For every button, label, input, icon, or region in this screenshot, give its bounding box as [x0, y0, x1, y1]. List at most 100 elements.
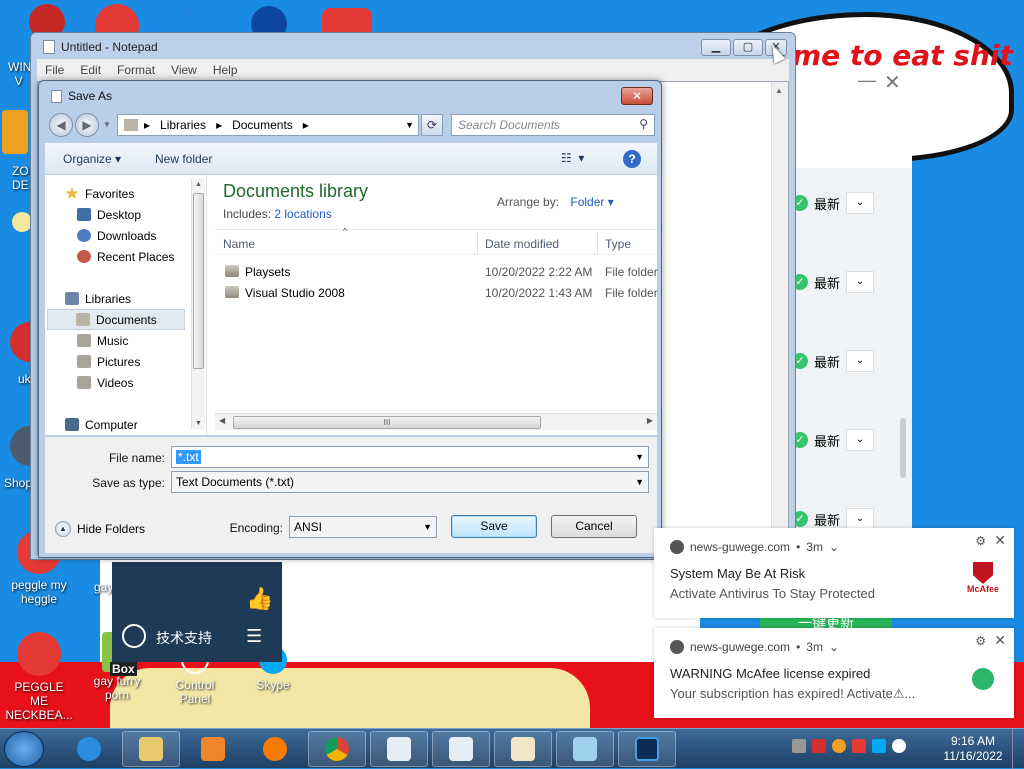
- support-widget[interactable]: 👍 技术支持 ☰: [112, 562, 282, 662]
- scroll-up-icon[interactable]: ▲: [195, 181, 202, 188]
- menu-format[interactable]: Format: [109, 63, 163, 77]
- save-button[interactable]: Save: [451, 515, 537, 538]
- scrollbar-thumb[interactable]: [193, 193, 204, 369]
- chevron-down-icon[interactable]: ▼: [423, 522, 432, 532]
- save-as-titlebar[interactable]: Save As: [51, 89, 112, 103]
- column-divider[interactable]: [597, 232, 598, 254]
- taskbar-window-3[interactable]: [494, 731, 552, 767]
- taskbar-chrome[interactable]: [308, 731, 366, 767]
- column-type[interactable]: Type: [605, 237, 631, 251]
- address-chevron-icon[interactable]: ▸: [303, 118, 309, 132]
- nav-pictures[interactable]: Pictures: [77, 351, 140, 372]
- menu-icon[interactable]: ☰: [246, 626, 262, 647]
- taskbar-notepad[interactable]: [556, 731, 614, 767]
- nav-downloads[interactable]: Downloads: [77, 225, 156, 246]
- desktop-icon-peggle-me-neckbea[interactable]: PEGGLE ME NECKBEA...: [4, 632, 74, 722]
- tray-icon[interactable]: [832, 739, 846, 753]
- views-icon[interactable]: ☷ ▾: [561, 151, 584, 165]
- chevron-down-icon[interactable]: ⌄: [846, 192, 875, 214]
- scroll-up-icon[interactable]: ▲: [775, 86, 783, 95]
- encoding-select[interactable]: ANSI ▼: [289, 516, 437, 538]
- column-date-modified[interactable]: Date modified: [485, 237, 559, 251]
- breadcrumb-libraries[interactable]: Libraries: [160, 118, 206, 132]
- scroll-right-icon[interactable]: ▶: [647, 416, 653, 425]
- background-app-scrollbar[interactable]: [900, 418, 906, 478]
- monitor-icon[interactable]: [872, 739, 886, 753]
- hide-folders-button[interactable]: ▲ Hide Folders: [55, 521, 145, 537]
- chevron-down-icon[interactable]: ⌄: [846, 508, 875, 530]
- scroll-left-icon[interactable]: ◀: [219, 416, 225, 425]
- nav-libraries[interactable]: Libraries: [65, 288, 131, 309]
- chevron-down-icon[interactable]: ⌄: [846, 350, 875, 372]
- nav-desktop[interactable]: Desktop: [77, 204, 141, 225]
- volume-icon[interactable]: [892, 739, 906, 753]
- file-list-horizontal-scrollbar[interactable]: ◀ III ▶: [215, 413, 657, 430]
- tray-icon[interactable]: [792, 739, 806, 753]
- navigation-scrollbar[interactable]: ▲ ▼: [191, 179, 205, 429]
- taskbar-uc-browser[interactable]: [246, 731, 304, 767]
- address-chevron-icon[interactable]: ▸: [216, 118, 222, 132]
- refresh-icon[interactable]: ⟳: [421, 114, 443, 136]
- new-folder-button[interactable]: New folder: [155, 152, 212, 166]
- chevron-down-icon[interactable]: ▼: [635, 477, 644, 487]
- taskbar-window-1[interactable]: [370, 731, 428, 767]
- close-button[interactable]: ✕: [621, 87, 653, 105]
- chevron-down-icon[interactable]: ⌄: [846, 429, 875, 451]
- address-dropdown-icon[interactable]: ▼: [405, 120, 414, 130]
- back-icon[interactable]: ◀: [49, 113, 73, 137]
- file-row[interactable]: Visual Studio 2008 10/20/2022 1:43 AM Fi…: [215, 282, 658, 303]
- organize-button[interactable]: Organize ▾: [63, 152, 121, 166]
- minimize-icon[interactable]: —: [858, 70, 876, 91]
- gear-icon[interactable]: ⚙: [975, 634, 986, 648]
- address-chevron-icon[interactable]: ▸: [144, 118, 150, 132]
- search-input[interactable]: Search Documents ⚲: [451, 114, 655, 136]
- menu-edit[interactable]: Edit: [72, 63, 109, 77]
- close-icon[interactable]: ✕: [884, 70, 901, 95]
- nav-videos[interactable]: Videos: [77, 372, 133, 393]
- notification-toast[interactable]: news-guwege.com • 3m ⌄ ⚙ ✕ System May Be…: [654, 528, 1014, 618]
- clock[interactable]: 9:16 AM 11/16/2022: [936, 734, 1010, 764]
- taskbar-explorer[interactable]: [122, 731, 180, 767]
- show-desktop-button[interactable]: [1012, 729, 1024, 769]
- flag-icon[interactable]: [852, 739, 866, 753]
- save-type-select[interactable]: Text Documents (*.txt) ▼: [171, 471, 649, 493]
- breadcrumb-documents[interactable]: Documents: [232, 118, 293, 132]
- chevron-down-icon[interactable]: ⌄: [829, 540, 839, 554]
- search-icon[interactable]: ⚲: [639, 117, 648, 131]
- gear-icon[interactable]: ⚙: [975, 534, 986, 548]
- column-name[interactable]: Name: [223, 237, 255, 251]
- taskbar-media-player[interactable]: [184, 731, 242, 767]
- address-bar[interactable]: ▸ Libraries ▸ Documents ▸ ▼: [117, 114, 419, 136]
- menu-help[interactable]: Help: [205, 63, 246, 77]
- cancel-button[interactable]: Cancel: [551, 515, 637, 538]
- chevron-down-icon[interactable]: ⌄: [829, 640, 839, 654]
- start-button[interactable]: [4, 731, 44, 767]
- taskbar-app[interactable]: [618, 731, 676, 767]
- nav-recent-places[interactable]: Recent Places: [77, 246, 174, 267]
- nav-music[interactable]: Music: [77, 330, 128, 351]
- arrange-by-dropdown[interactable]: Folder ▾: [570, 195, 613, 209]
- help-icon[interactable]: ?: [623, 150, 641, 168]
- file-row[interactable]: Playsets 10/20/2022 2:22 AM File folder: [215, 261, 658, 282]
- locations-link[interactable]: 2 locations: [274, 207, 331, 221]
- file-name-input[interactable]: *.txt ▼: [171, 446, 649, 468]
- forward-icon[interactable]: ▶: [75, 113, 99, 137]
- taskbar-ie[interactable]: [60, 731, 118, 767]
- tray-icon[interactable]: [812, 739, 826, 753]
- desktop-icon-zo[interactable]: [0, 110, 30, 158]
- nav-computer[interactable]: Computer: [65, 414, 138, 435]
- minimize-button[interactable]: ▁: [701, 39, 731, 56]
- menu-view[interactable]: View: [163, 63, 205, 77]
- column-divider[interactable]: [477, 232, 478, 254]
- chevron-down-icon[interactable]: ▼: [635, 452, 644, 462]
- menu-file[interactable]: File: [37, 63, 72, 77]
- thumbs-up-icon[interactable]: 👍: [246, 586, 273, 612]
- taskbar-window-2[interactable]: [432, 731, 490, 767]
- close-icon[interactable]: ✕: [994, 532, 1006, 549]
- scrollbar-thumb[interactable]: III: [233, 416, 541, 429]
- nav-documents[interactable]: Documents: [47, 309, 185, 330]
- nav-favorites[interactable]: Favorites: [65, 183, 134, 204]
- notification-toast[interactable]: news-guwege.com • 3m ⌄ ⚙ ✕ WARNING McAfe…: [654, 628, 1014, 718]
- close-icon[interactable]: ✕: [994, 632, 1006, 649]
- notepad-titlebar[interactable]: Untitled - Notepad: [43, 40, 158, 54]
